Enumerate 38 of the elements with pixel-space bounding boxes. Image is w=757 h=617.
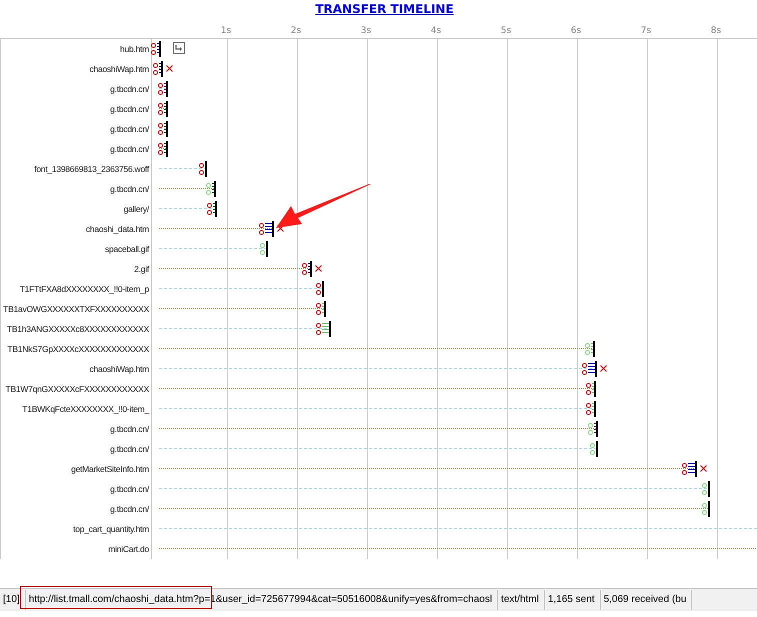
- end-line: [214, 181, 216, 197]
- axis-tick-label: 7s: [640, 25, 652, 38]
- status-text: text/html: [498, 590, 545, 610]
- status-text: [10]: [0, 590, 26, 610]
- end-line: [166, 121, 168, 137]
- end-line: [596, 441, 598, 457]
- timeline-title[interactable]: TRANSFER TIMELINE: [315, 1, 454, 19]
- end-line: [272, 221, 274, 237]
- end-line: [594, 401, 596, 417]
- end-line: [708, 481, 710, 497]
- end-line: [204, 161, 207, 177]
- end-line: [596, 421, 598, 437]
- end-line: [158, 41, 161, 57]
- end-line: [708, 501, 710, 517]
- end-line: [594, 361, 597, 377]
- end-line: [594, 381, 596, 397]
- end-line: [215, 201, 217, 217]
- axis-tick-label: 8s: [710, 25, 722, 38]
- axis-tick-label: 5s: [500, 25, 512, 38]
- end-line: [266, 241, 268, 257]
- axis-tick-label: 1s: [220, 25, 232, 38]
- axis-tick-label: 4s: [430, 25, 442, 38]
- end-line: [166, 101, 168, 117]
- end-line: [166, 141, 168, 157]
- end-line: [322, 281, 324, 297]
- jump-icon[interactable]: [172, 42, 185, 54]
- axis-tick-label: 6s: [570, 25, 582, 38]
- end-line: [161, 61, 164, 77]
- status-text: 5,069 received (bu: [600, 590, 692, 610]
- axis-tick-label: 2s: [290, 25, 302, 38]
- end-line: [324, 301, 326, 317]
- status-text: 1,165 sent: [544, 590, 601, 610]
- end-line: [329, 321, 332, 337]
- end-line: [310, 261, 312, 277]
- end-line: [592, 341, 595, 357]
- end-line: [695, 461, 698, 477]
- axis-tick-label: 3s: [360, 25, 372, 38]
- end-line: [166, 81, 168, 97]
